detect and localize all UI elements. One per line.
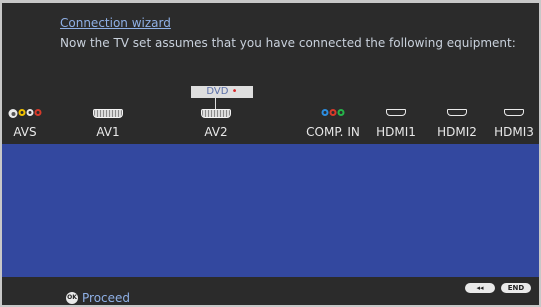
device-label: DVD (206, 86, 229, 97)
port-av1[interactable]: AV1 (88, 107, 128, 143)
port-label-hdmi3: HDMI3 (494, 125, 534, 139)
hdmi-icon (504, 109, 524, 116)
port-avs[interactable]: AVS (4, 107, 46, 143)
component-rca-icon (321, 109, 345, 116)
assignment-dot: • (231, 86, 238, 97)
proceed-label: Proceed (82, 291, 131, 305)
end-button[interactable]: END (501, 283, 531, 293)
footer-buttons: ◂◂ END (465, 283, 531, 293)
scart-icon (93, 109, 123, 118)
port-hdmi3[interactable]: HDMI3 (490, 107, 538, 143)
scart-icon (201, 109, 231, 118)
port-label-av2: AV2 (204, 125, 228, 139)
wizard-title: Connection wizard (60, 16, 171, 30)
device-assignment-tag[interactable]: DVD • (191, 86, 253, 98)
port-label-hdmi1: HDMI1 (376, 125, 416, 139)
rewind-button[interactable]: ◂◂ (465, 283, 495, 293)
wizard-message: Now the TV set assumes that you have con… (60, 36, 516, 50)
ok-icon: OK (66, 292, 78, 304)
port-row: AVS AV1 AV2 COMP. IN HDMI1 HDMI2 HDMI3 (2, 107, 539, 143)
port-label-av1: AV1 (96, 125, 120, 139)
port-comp-in[interactable]: COMP. IN (302, 107, 364, 143)
port-hdmi2[interactable]: HDMI2 (434, 107, 480, 143)
tv-screen: Connection wizard Now the TV set assumes… (2, 3, 539, 305)
info-panel (2, 144, 539, 277)
port-av2[interactable]: AV2 (195, 107, 237, 143)
port-hdmi1[interactable]: HDMI1 (373, 107, 419, 143)
proceed-button[interactable]: OK Proceed (66, 291, 130, 305)
port-label-comp-in: COMP. IN (306, 125, 360, 139)
port-label-hdmi2: HDMI2 (437, 125, 477, 139)
avs-connector-icon (8, 109, 42, 118)
hdmi-icon (386, 109, 406, 116)
hdmi-icon (447, 109, 467, 116)
port-label-avs: AVS (13, 125, 37, 139)
